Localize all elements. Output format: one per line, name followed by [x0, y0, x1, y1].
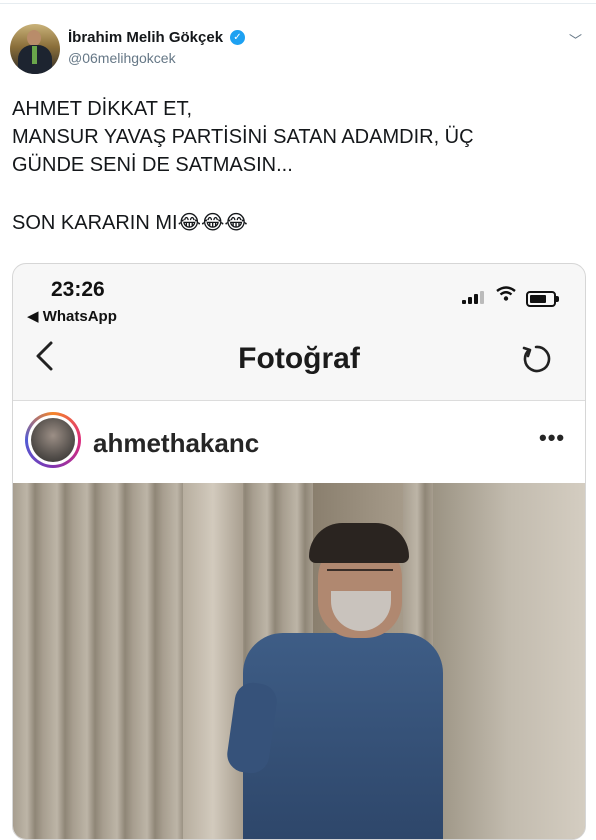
- wifi-icon: [496, 286, 516, 307]
- author-avatar[interactable]: [10, 24, 60, 74]
- refresh-icon: [521, 344, 551, 374]
- author-handle[interactable]: @06melihgokcek: [68, 50, 176, 66]
- battery-icon: [526, 291, 559, 307]
- more-horizontal-icon: •••: [539, 425, 566, 450]
- tweet-text-line: GÜNDE SENİ DE SATMASIN...: [12, 154, 293, 176]
- tweet-text-line: MANSUR YAVAŞ PARTİSİNİ SATAN ADAMDIR, ÜÇ: [12, 126, 474, 148]
- tweet-text-line: [12, 179, 572, 209]
- chevron-down-icon[interactable]: ﹀: [569, 30, 582, 49]
- top-divider: [0, 3, 596, 4]
- tweet-text: AHMET DİKKAT ET, MANSUR YAVAŞ PARTİSİNİ …: [12, 95, 572, 237]
- status-back-link: ◀ WhatsApp: [27, 308, 117, 325]
- author-display-name[interactable]: İbrahim Melih Gökçek: [68, 29, 223, 46]
- post-photo: [13, 483, 585, 839]
- profile-avatar: [25, 412, 81, 468]
- status-time: 23:26: [51, 278, 105, 301]
- instagram-post: ahmethakanc •••: [13, 401, 585, 839]
- nav-title: Fotoğraf: [238, 342, 360, 375]
- verified-badge-icon: ✓: [230, 30, 245, 45]
- post-username: ahmethakanc: [93, 428, 260, 458]
- embedded-screenshot[interactable]: 23:26 ◀ WhatsApp Fotoğraf ahmethakanc ••…: [12, 263, 586, 840]
- signal-icon: [462, 290, 488, 304]
- tweet-text-line: SON KARARIN MI😂😂😂: [12, 212, 248, 234]
- tweet-text-line: AHMET DİKKAT ET,: [12, 98, 193, 120]
